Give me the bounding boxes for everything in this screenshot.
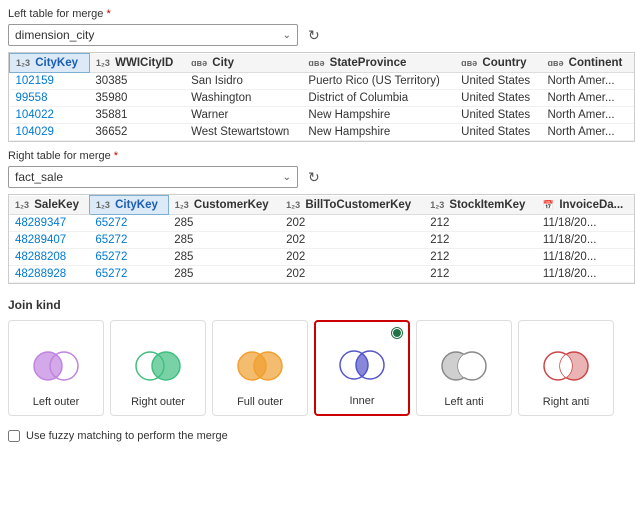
right-anti-venn (540, 348, 592, 384)
fuzzy-matching-label[interactable]: Use fuzzy matching to perform the merge (26, 430, 228, 442)
right-col-billtocustomerkey[interactable]: 1₂3 BillToCustomerKey (280, 196, 424, 215)
col-icon-abc3: ɑʙə (461, 58, 477, 68)
right-table-selected: fact_sale (15, 170, 63, 184)
right-table-dropdown-row: fact_sale ⌄ ↻ (8, 166, 635, 188)
left-anti-icon-wrap (438, 340, 490, 392)
left-outer-icon-wrap (30, 340, 82, 392)
join-options-group: Left outer Right outer (8, 320, 635, 416)
right-outer-label: Right outer (131, 396, 185, 409)
main-container: Left table for merge * dimension_city ⌄ … (0, 0, 635, 527)
table-row: 9955835980WashingtonDistrict of Columbia… (10, 90, 635, 107)
right-outer-venn (132, 348, 184, 384)
right-col-salekey[interactable]: 1₂3 SaleKey (9, 196, 89, 215)
join-option-full-outer[interactable]: Full outer (212, 320, 308, 416)
left-col-stateprovince[interactable]: ɑʙə StateProvince (302, 54, 455, 73)
right-table-chevron-icon: ⌄ (283, 172, 291, 183)
table-row: 482893476527228520221211/18/20... (9, 215, 634, 232)
left-table: 1₂3 CityKey 1₂3 WWICityID ɑʙə City ɑʙə S… (9, 53, 634, 141)
right-table-dropdown[interactable]: fact_sale ⌄ (8, 166, 298, 188)
left-outer-venn (30, 348, 82, 384)
right-col-stockitemkey[interactable]: 1₂3 StockItemKey (424, 196, 537, 215)
inner-icon-wrap (336, 339, 388, 391)
left-anti-label: Left anti (444, 396, 483, 409)
inner-selected-dot (392, 328, 402, 338)
left-table-refresh-button[interactable]: ↻ (304, 25, 324, 46)
inner-label: Inner (349, 395, 374, 408)
left-anti-venn (438, 348, 490, 384)
left-table-chevron-icon: ⌄ (283, 30, 291, 41)
full-outer-venn (234, 348, 286, 384)
table-row: 10215930385San IsidroPuerto Rico (US Ter… (10, 73, 635, 90)
join-kind-label: Join kind (8, 298, 635, 312)
left-table-scroll[interactable]: 1₂3 CityKey 1₂3 WWICityID ɑʙə City ɑʙə S… (9, 53, 634, 141)
table-row: 10402936652West StewartstownNew Hampshir… (10, 124, 635, 141)
right-col-customerkey[interactable]: 1₂3 CustomerKey (168, 196, 280, 215)
fuzzy-matching-row: Use fuzzy matching to perform the merge (8, 430, 635, 442)
right-table-section: Right table for merge * fact_sale ⌄ ↻ 1₂… (8, 150, 635, 292)
left-outer-label: Left outer (33, 396, 79, 409)
left-col-city[interactable]: ɑʙə City (185, 54, 302, 73)
full-outer-icon-wrap (234, 340, 286, 392)
left-table-label: Left table for merge * (8, 8, 635, 20)
left-col-continent[interactable]: ɑʙə Continent (541, 54, 634, 73)
right-col-invoiceda[interactable]: 📅 InvoiceDa... (537, 196, 634, 215)
right-anti-label: Right anti (543, 396, 589, 409)
join-option-left-outer[interactable]: Left outer (8, 320, 104, 416)
join-option-inner[interactable]: Inner (314, 320, 410, 416)
table-row: 10402235881WarnerNew HampshireUnited Sta… (10, 107, 635, 124)
col-icon-abc: ɑʙə (191, 58, 207, 68)
left-table-selected: dimension_city (15, 28, 94, 42)
fuzzy-matching-checkbox[interactable] (8, 430, 20, 442)
left-col-country[interactable]: ɑʙə Country (455, 54, 541, 73)
right-table-wrapper: 1₂3 SaleKey 1₂3 CityKey 1₂3 CustomerKey … (8, 194, 635, 284)
right-table-refresh-button[interactable]: ↻ (304, 167, 324, 188)
left-col-wwicityid[interactable]: 1₂3 WWICityID (89, 54, 185, 73)
col-icon-abc4: ɑʙə (547, 58, 563, 68)
left-table-dropdown[interactable]: dimension_city ⌄ (8, 24, 298, 46)
col-icon-123: 1₂3 (16, 58, 30, 68)
join-option-right-anti[interactable]: Right anti (518, 320, 614, 416)
right-col-citykey[interactable]: 1₂3 CityKey (89, 196, 168, 215)
left-col-citykey[interactable]: 1₂3 CityKey (10, 54, 90, 73)
table-row: 482889286527228520221211/18/20... (9, 266, 634, 283)
left-table-dropdown-row: dimension_city ⌄ ↻ (8, 24, 635, 46)
col-icon-abc2: ɑʙə (308, 58, 324, 68)
join-kind-section: Join kind Left outer (8, 292, 635, 426)
right-table-label: Right table for merge * (8, 150, 635, 162)
join-option-left-anti[interactable]: Left anti (416, 320, 512, 416)
table-row: 482894076527228520221211/18/20... (9, 232, 634, 249)
left-table-section: Left table for merge * dimension_city ⌄ … (8, 8, 635, 150)
right-table: 1₂3 SaleKey 1₂3 CityKey 1₂3 CustomerKey … (9, 195, 634, 283)
right-anti-icon-wrap (540, 340, 592, 392)
inner-venn (336, 347, 388, 383)
col-icon-123b: 1₂3 (96, 58, 110, 68)
join-option-right-outer[interactable]: Right outer (110, 320, 206, 416)
right-table-scroll[interactable]: 1₂3 SaleKey 1₂3 CityKey 1₂3 CustomerKey … (9, 195, 634, 283)
full-outer-label: Full outer (237, 396, 283, 409)
table-row: 482882086527228520221211/18/20... (9, 249, 634, 266)
right-outer-icon-wrap (132, 340, 184, 392)
left-table-wrapper: 1₂3 CityKey 1₂3 WWICityID ɑʙə City ɑʙə S… (8, 52, 635, 142)
